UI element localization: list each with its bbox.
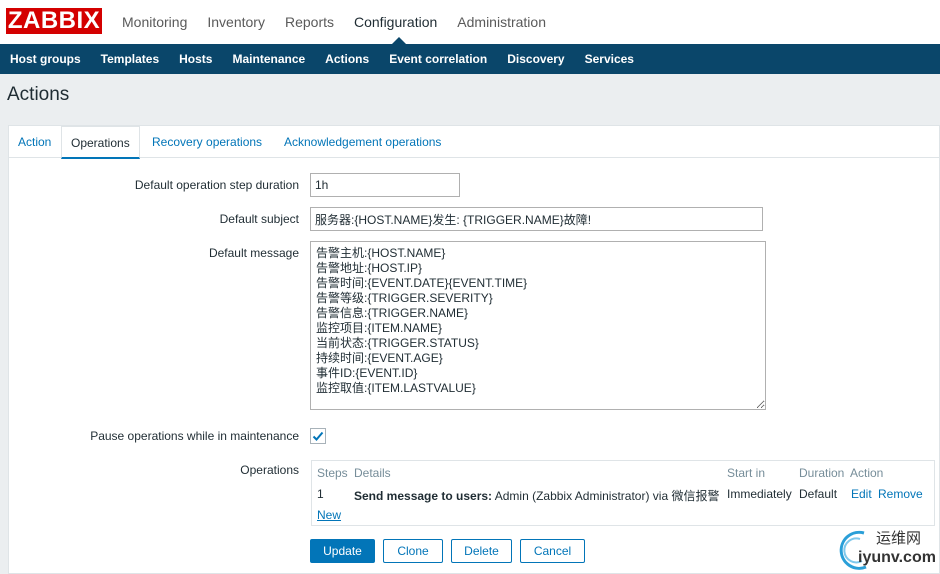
- header-start-in: Start in: [727, 466, 766, 480]
- row-details-bold: Send message to users:: [354, 489, 493, 503]
- header-duration: Duration: [799, 466, 845, 480]
- menu-inventory[interactable]: Inventory: [197, 0, 275, 44]
- active-menu-caret-icon: [392, 37, 406, 44]
- row-details: Send message to users: Admin (Zabbix Adm…: [354, 487, 722, 504]
- tab-acknowledgement-operations[interactable]: Acknowledgement operations: [284, 126, 441, 158]
- menu-administration[interactable]: Administration: [447, 0, 556, 44]
- watermark-url-text: iyunv.com: [858, 549, 936, 566]
- submenu-event-correlation[interactable]: Event correlation: [379, 44, 497, 74]
- cancel-button[interactable]: Cancel: [520, 539, 585, 563]
- menu-reports[interactable]: Reports: [275, 0, 344, 44]
- pause-maintenance-checkbox[interactable]: [310, 428, 326, 444]
- submenu-services[interactable]: Services: [575, 44, 644, 74]
- tab-operations[interactable]: Operations: [61, 126, 140, 159]
- step-duration-input[interactable]: [310, 173, 460, 197]
- default-subject-input[interactable]: [310, 207, 763, 231]
- pause-maintenance-label: Pause operations while in maintenance: [90, 429, 299, 443]
- submenu-maintenance[interactable]: Maintenance: [222, 44, 315, 74]
- main-menu: Monitoring Inventory Reports Configurati…: [112, 0, 556, 44]
- default-message-label: Default message: [208, 246, 299, 260]
- clone-button[interactable]: Clone: [383, 539, 443, 563]
- checkmark-icon: [312, 431, 324, 441]
- header-action: Action: [850, 466, 884, 480]
- operations-label: Operations: [240, 463, 299, 477]
- page-title: Actions: [7, 84, 70, 105]
- watermark-cn-text: 运维网: [876, 529, 922, 547]
- submenu-actions[interactable]: Actions: [315, 44, 379, 74]
- default-message-textarea[interactable]: 告警主机:{HOST.NAME} 告警地址:{HOST.IP} 告警时间:{EV…: [310, 241, 766, 410]
- default-subject-label: Default subject: [219, 212, 299, 226]
- row-details-text: Admin (Zabbix Administrator) via 微信报警: [492, 489, 720, 503]
- watermark: 运维网 iyunv.com: [836, 527, 940, 574]
- remove-operation-link[interactable]: Remove: [878, 487, 923, 501]
- submenu-discovery[interactable]: Discovery: [497, 44, 574, 74]
- tab-recovery-operations[interactable]: Recovery operations: [152, 126, 262, 158]
- edit-operation-link[interactable]: Edit: [851, 487, 872, 501]
- row-start-in: Immediately: [727, 487, 792, 501]
- tab-action[interactable]: Action: [18, 126, 51, 158]
- step-duration-label: Default operation step duration: [134, 178, 299, 192]
- top-header: ZABBIX Monitoring Inventory Reports Conf…: [0, 0, 940, 44]
- new-operation-link[interactable]: New: [317, 508, 341, 522]
- zabbix-logo[interactable]: ZABBIX: [6, 8, 102, 34]
- row-steps: 1: [317, 487, 324, 501]
- sub-menu: Host groups Templates Hosts Maintenance …: [0, 37, 940, 74]
- header-details: Details: [354, 466, 391, 480]
- operations-table: Steps Details Start in Duration Action 1…: [311, 460, 935, 526]
- submenu-hosts[interactable]: Hosts: [169, 44, 222, 74]
- submenu-host-groups[interactable]: Host groups: [0, 44, 91, 74]
- submenu-templates[interactable]: Templates: [91, 44, 169, 74]
- tab-bar: Action Operations Recovery operations Ac…: [9, 126, 939, 159]
- header-steps: Steps: [317, 466, 348, 480]
- action-form-panel: Action Operations Recovery operations Ac…: [8, 125, 940, 574]
- menu-monitoring[interactable]: Monitoring: [112, 0, 197, 44]
- row-duration: Default: [799, 487, 838, 501]
- delete-button[interactable]: Delete: [451, 539, 512, 563]
- update-button[interactable]: Update: [310, 539, 375, 563]
